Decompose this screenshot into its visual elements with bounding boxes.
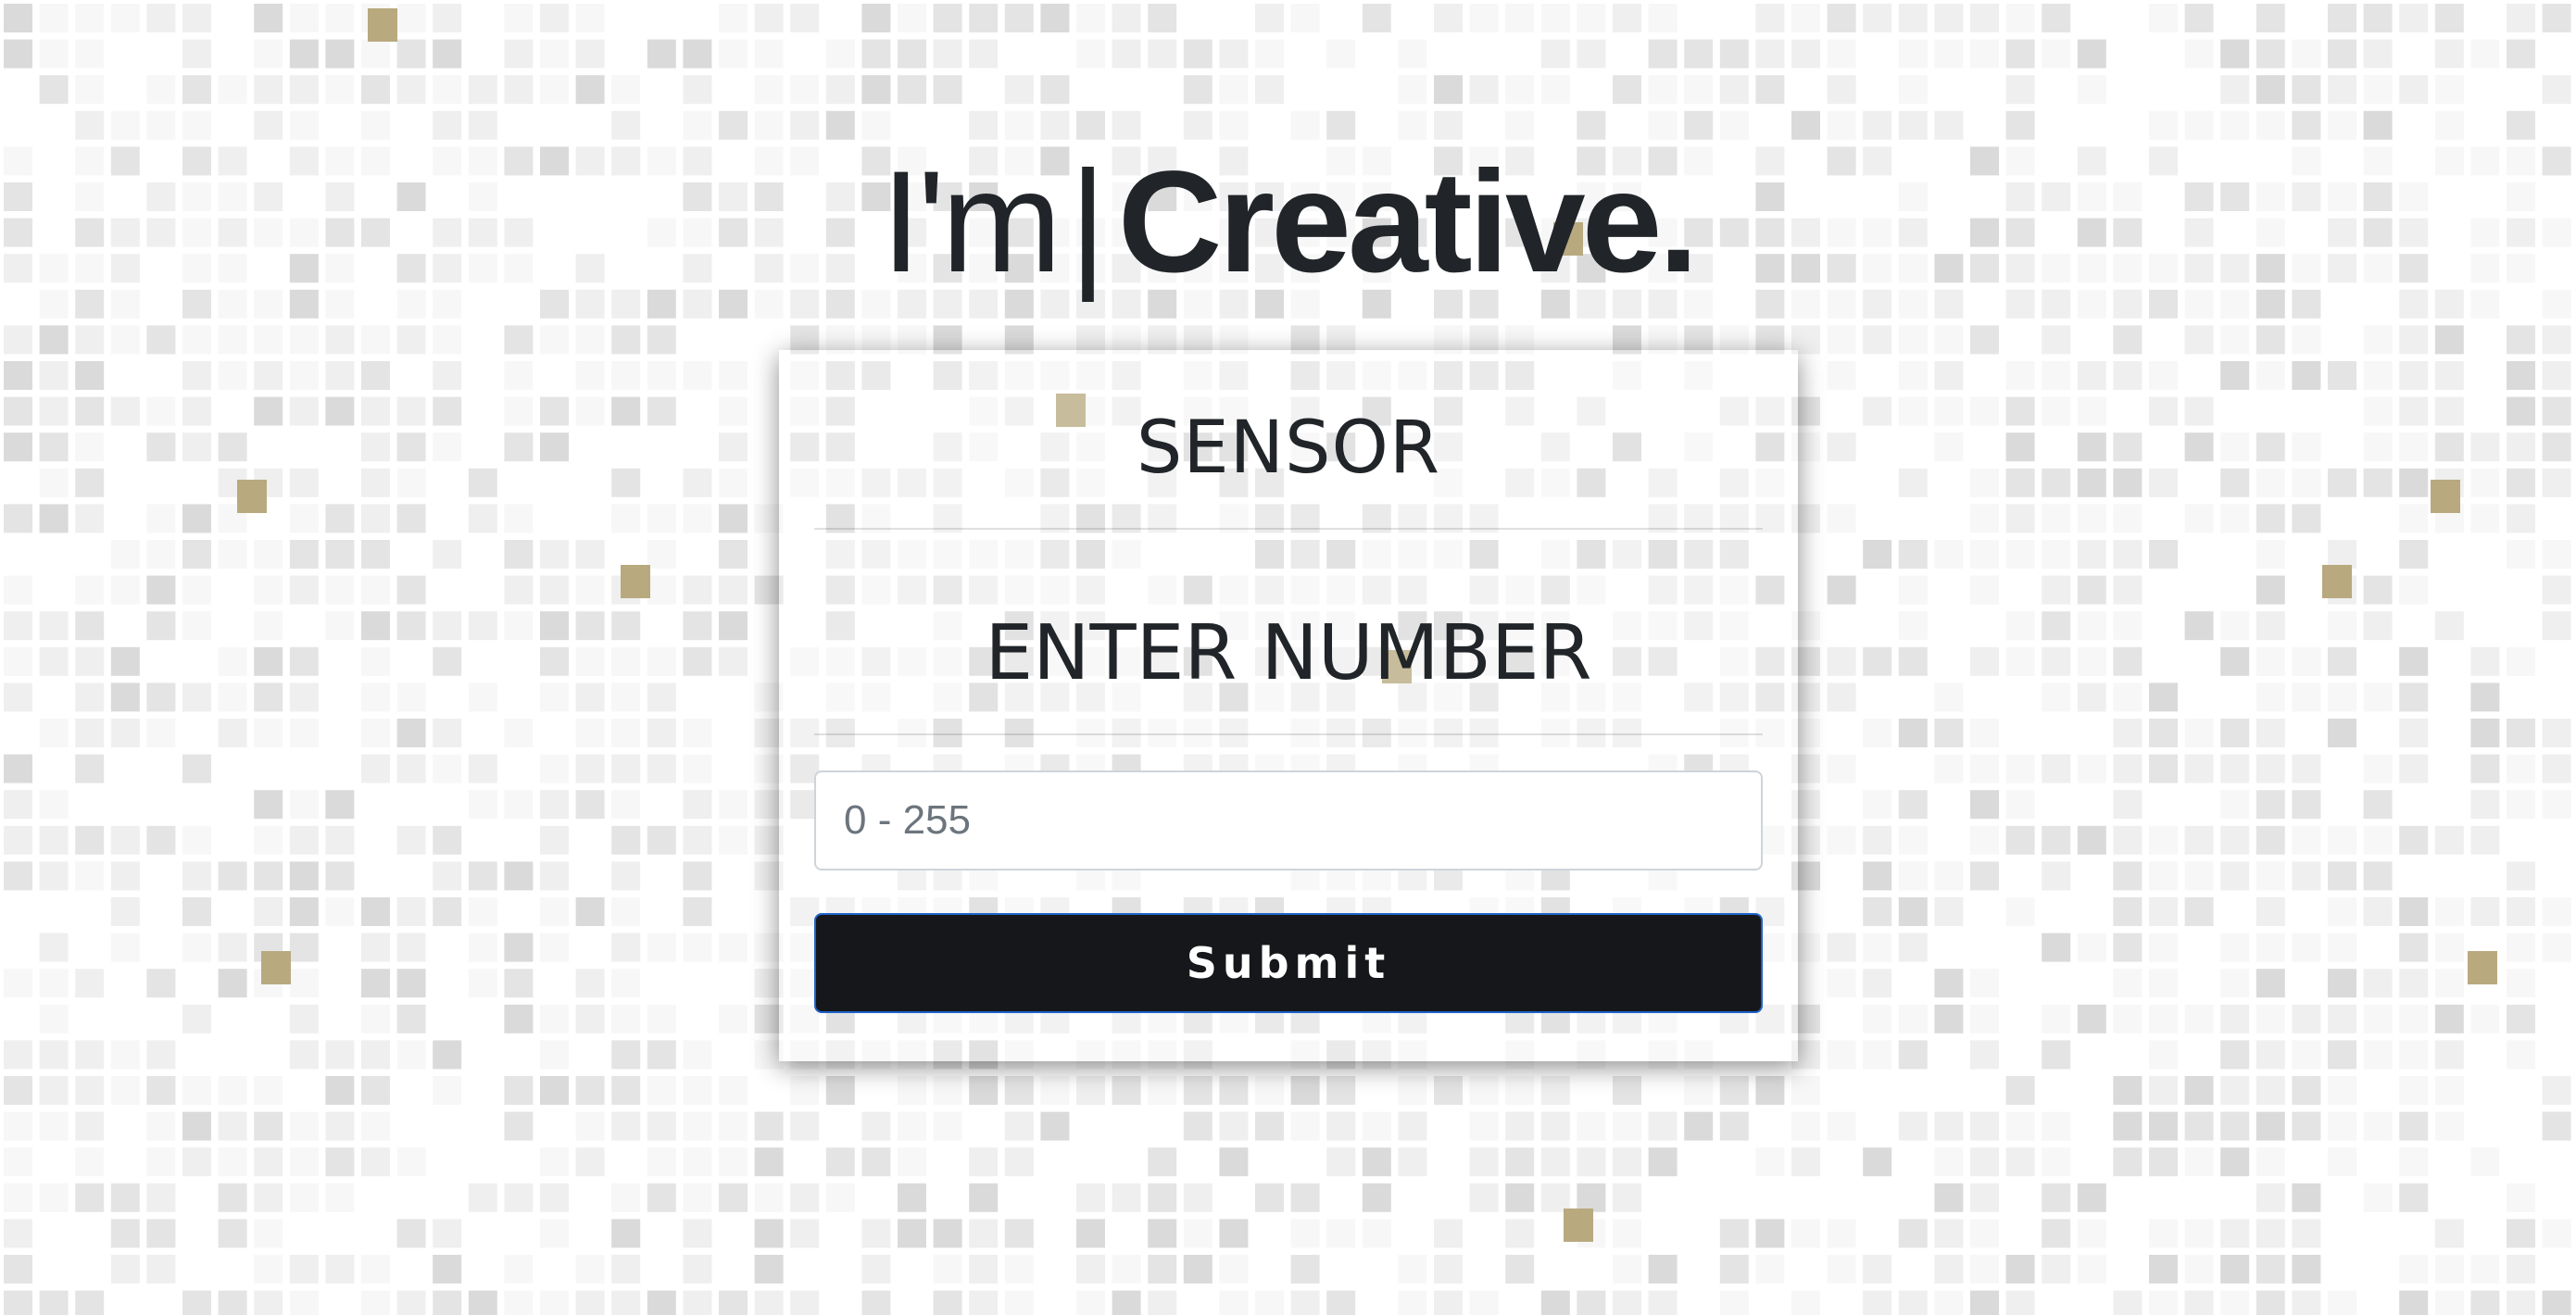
- hero-separator: |: [1069, 142, 1107, 303]
- accent-tile: [368, 8, 397, 42]
- accent-tile: [261, 951, 291, 984]
- accent-tile: [1564, 1209, 1593, 1242]
- submit-button[interactable]: Submit: [814, 913, 1763, 1013]
- sensor-card: SENSOR ENTER NUMBER Submit: [779, 350, 1798, 1061]
- number-input[interactable]: [814, 770, 1763, 870]
- accent-tile: [621, 565, 650, 598]
- card-title: SENSOR: [1136, 407, 1441, 490]
- accent-tile: [2431, 480, 2460, 513]
- hero-highlight: Creative.: [1117, 142, 1699, 303]
- title-divider: [814, 528, 1763, 530]
- card-subtitle: ENTER NUMBER: [985, 609, 1592, 697]
- subtitle-divider: [814, 733, 1763, 735]
- accent-tile: [237, 480, 267, 513]
- accent-tile: [2468, 951, 2497, 984]
- accent-tile: [2322, 565, 2352, 598]
- hero-heading: I'm|Creative.: [0, 139, 2576, 306]
- hero-prefix: I'm: [881, 142, 1062, 303]
